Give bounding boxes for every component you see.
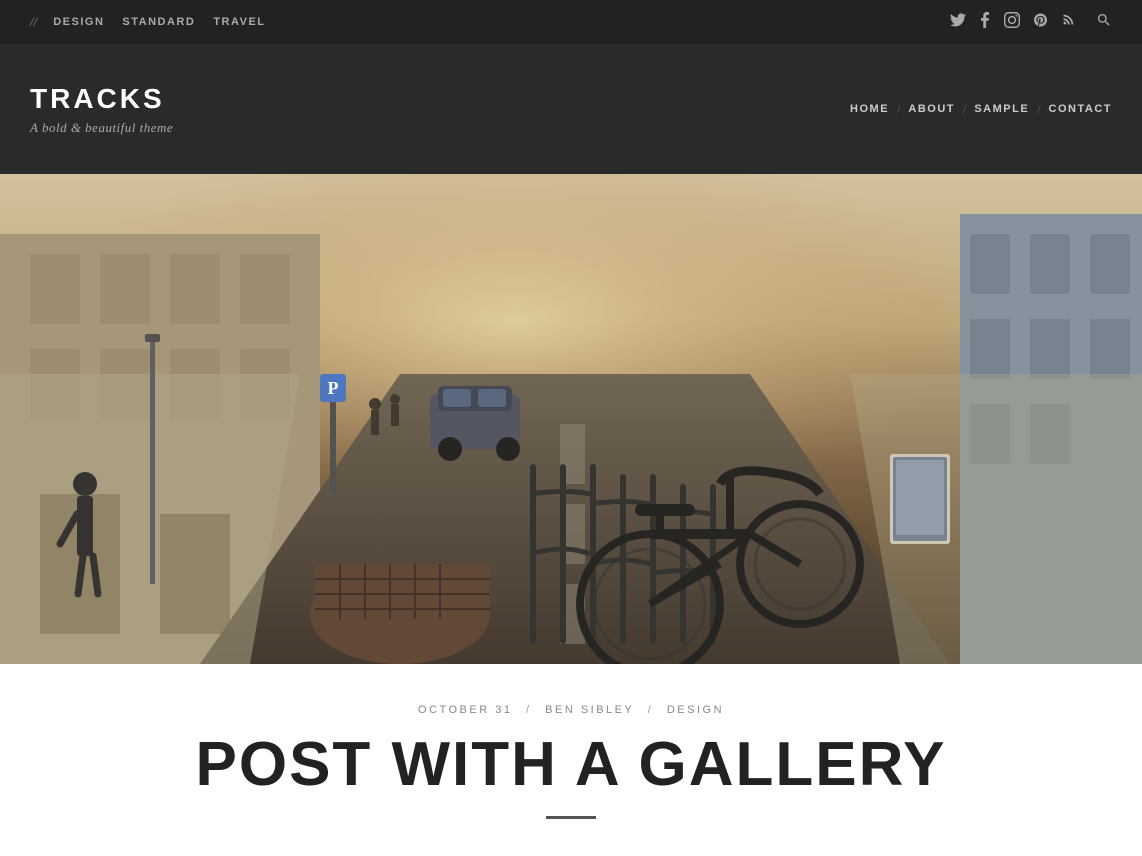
pinterest-icon[interactable] (1034, 12, 1047, 33)
topnav-travel[interactable]: TRAVEL (213, 16, 265, 28)
post-author[interactable]: BEN SIBLEY (545, 704, 634, 716)
street-scene-svg: P (0, 174, 1142, 664)
twitter-icon[interactable] (950, 13, 966, 32)
top-bar-left: // DESIGN STANDARD TRAVEL (30, 14, 266, 30)
site-header: TRACKS A bold & beautiful theme HOME / A… (0, 44, 1142, 174)
post-meta: OCTOBER 31 / BEN SIBLEY / DESIGN (60, 704, 1082, 716)
facebook-icon[interactable] (980, 12, 990, 33)
nav-sep-2: / (963, 102, 966, 117)
site-title[interactable]: TRACKS (30, 82, 173, 116)
post-title: POST WITH A GALLERY (60, 734, 1082, 796)
top-bar-right (950, 12, 1112, 33)
nav-sample[interactable]: SAMPLE (974, 103, 1029, 115)
topnav-design[interactable]: DESIGN (53, 16, 104, 28)
nav-about[interactable]: ABOUT (908, 103, 955, 115)
main-nav: HOME / ABOUT / SAMPLE / CONTACT (850, 102, 1112, 117)
post-title-divider (546, 816, 596, 819)
nav-sep-1: / (897, 102, 900, 117)
nav-home[interactable]: HOME (850, 103, 889, 115)
topnav-standard[interactable]: STANDARD (122, 16, 195, 28)
top-bar-nav: DESIGN STANDARD TRAVEL (53, 16, 265, 28)
slash-decoration: // (30, 14, 37, 30)
post-category[interactable]: DESIGN (667, 704, 724, 716)
meta-sep-2: / (648, 704, 654, 716)
search-icon[interactable] (1096, 12, 1112, 33)
post-date: OCTOBER 31 (418, 704, 513, 716)
hero-image: P (0, 174, 1142, 664)
post-area: OCTOBER 31 / BEN SIBLEY / DESIGN POST WI… (0, 664, 1142, 849)
instagram-icon[interactable] (1004, 12, 1020, 33)
site-branding: TRACKS A bold & beautiful theme (30, 82, 173, 136)
top-bar: // DESIGN STANDARD TRAVEL (0, 0, 1142, 44)
site-tagline: A bold & beautiful theme (30, 120, 173, 136)
meta-sep-1: / (526, 704, 532, 716)
nav-sep-3: / (1037, 102, 1040, 117)
nav-contact[interactable]: CONTACT (1049, 103, 1112, 115)
rss-icon[interactable] (1061, 12, 1076, 32)
